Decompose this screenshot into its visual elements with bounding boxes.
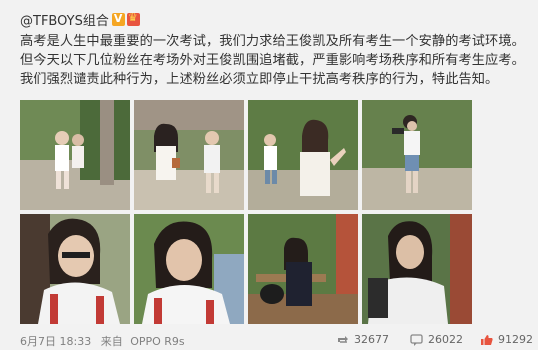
photo-thumbnail-5[interactable] [20, 214, 130, 324]
like-count: 91292 [498, 333, 533, 346]
post-footer: 6月7日 18:33 来自 OPPO R9s 32677 26022 91292 [20, 333, 533, 349]
comment-count: 26022 [428, 333, 463, 346]
photo-thumbnail-4[interactable] [362, 100, 472, 210]
post-source[interactable]: OPPO R9s [130, 335, 184, 348]
comment-button[interactable]: 26022 [410, 333, 463, 346]
post-header: @TFBOYS组合 [20, 10, 140, 29]
photo-thumbnail-3[interactable] [248, 100, 358, 210]
author-name[interactable]: @TFBOYS组合 [20, 10, 109, 29]
crown-badge-icon[interactable] [126, 11, 140, 26]
photo-thumbnail-6[interactable] [134, 214, 244, 324]
post-source-prefix: 来自 [100, 335, 123, 348]
repost-icon [338, 335, 348, 343]
repost-button[interactable]: 32677 [336, 333, 389, 346]
photo-thumbnail-1[interactable] [20, 100, 130, 210]
post-meta: 6月7日 18:33 来自 OPPO R9s [20, 333, 185, 349]
comment-icon [410, 333, 423, 346]
photo-thumbnail-2[interactable] [134, 100, 244, 210]
verified-v-icon[interactable] [111, 12, 125, 26]
like-button[interactable]: 91292 [480, 333, 533, 346]
like-thumb-icon [481, 334, 493, 345]
weibo-post-card: @TFBOYS组合 高考是人生中最重要的一次考试，我们力求给王俊凯及所有考生一个… [0, 0, 538, 350]
photo-thumbnail-7[interactable] [248, 214, 358, 324]
post-date[interactable]: 6月7日 18:33 [20, 335, 91, 348]
repost-count: 32677 [354, 333, 389, 346]
post-text: 高考是人生中最重要的一次考试，我们力求给王俊凯及所有考生一个安静的考试环境。但今… [20, 34, 525, 87]
photo-thumbnail-8[interactable] [362, 214, 472, 324]
